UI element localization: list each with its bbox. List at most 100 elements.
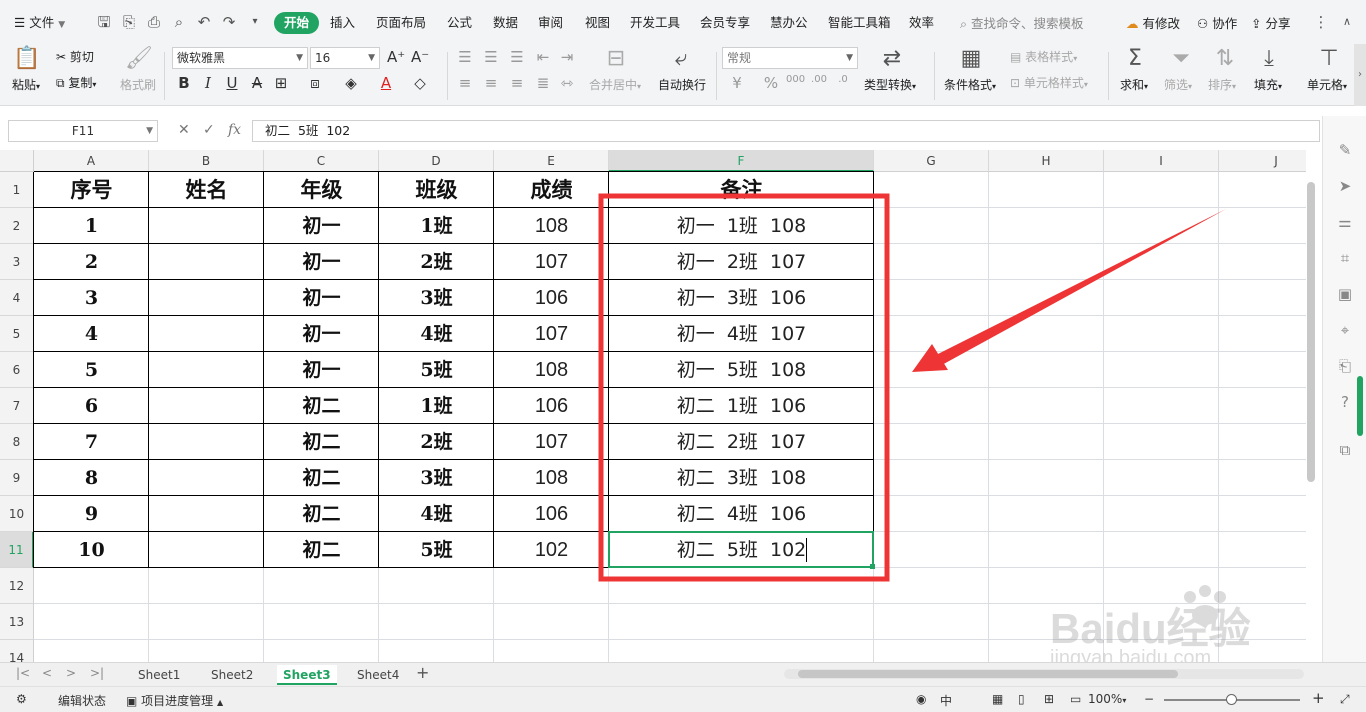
wrap-text-button[interactable]: 自动换行 [658, 76, 706, 93]
table-cell[interactable]: 初二 [264, 532, 379, 568]
table-cell[interactable]: 106 [494, 388, 609, 424]
increase-decimal-icon[interactable]: .00 [810, 74, 828, 85]
table-cell[interactable]: 初二 [264, 496, 379, 532]
align-right-icon[interactable]: ≡ [508, 74, 526, 92]
backup-icon[interactable]: ⎗ [1335, 356, 1355, 376]
row-header-2[interactable]: 2 [0, 208, 34, 244]
ribbon-scroll-right-icon[interactable]: › [1354, 44, 1366, 106]
tab-0[interactable]: 开始 [274, 12, 320, 34]
table-cell[interactable]: 初二 4班 106 [609, 496, 874, 532]
row-header-7[interactable]: 7 [0, 388, 34, 424]
sheet-tab-2[interactable]: Sheet2 [205, 665, 259, 685]
distributed-icon[interactable]: ⇿ [558, 74, 576, 92]
image-icon[interactable]: ▣ [1335, 284, 1355, 304]
increase-font-icon[interactable]: A⁺ [387, 48, 405, 66]
cell-button[interactable]: 单元格▾ [1307, 76, 1347, 93]
project-button[interactable]: ▣ 项目进度管理 ▲ [126, 692, 223, 709]
reading-mode-icon[interactable]: ▭ [1070, 692, 1081, 706]
tab-4[interactable]: 数据 [493, 13, 518, 33]
merge-center-button[interactable]: 合并居中▾ [589, 76, 641, 93]
column-header-E[interactable]: E [494, 150, 609, 172]
table-cell[interactable]: 初二 [264, 388, 379, 424]
table-cell[interactable]: 4班 [379, 316, 494, 352]
location-icon[interactable]: ⌖ [1335, 320, 1355, 340]
align-top-icon[interactable]: ☰ [456, 48, 474, 66]
table-cell[interactable]: 1 [34, 208, 149, 244]
table-cell[interactable] [149, 316, 264, 352]
table-cell[interactable]: 108 [494, 352, 609, 388]
fill-icon[interactable]: ⤓ [1254, 46, 1284, 71]
table-cell[interactable]: 初二 3班 108 [609, 460, 874, 496]
table-cell[interactable]: 9 [34, 496, 149, 532]
header-cell[interactable]: 姓名 [149, 172, 264, 208]
tab-6[interactable]: 视图 [585, 13, 610, 33]
gallery-icon[interactable]: ⧉ [1335, 440, 1355, 460]
type-convert-button[interactable]: 类型转换▾ [864, 76, 916, 93]
cell-icon[interactable]: ⊤ [1314, 46, 1344, 71]
column-header-I[interactable]: I [1104, 150, 1219, 172]
vertical-scrollbar[interactable] [1307, 178, 1315, 494]
table-cell[interactable] [149, 280, 264, 316]
table-cell[interactable]: 2班 [379, 244, 494, 280]
font-name-select[interactable]: 微软雅黑 ▼ [172, 47, 308, 69]
row-header-8[interactable]: 8 [0, 424, 34, 460]
table-cell[interactable]: 2班 [379, 424, 494, 460]
tab-9[interactable]: 慧办公 [770, 13, 808, 33]
add-sheet-icon[interactable]: + [416, 663, 429, 682]
tab-1[interactable]: 插入 [330, 13, 355, 33]
number-format-select[interactable]: 常规 ▼ [722, 47, 858, 69]
table-cell[interactable]: 3班 [379, 280, 494, 316]
table-cell[interactable]: 1班 [379, 208, 494, 244]
first-sheet-icon[interactable]: |< [16, 666, 30, 680]
table-cell[interactable]: 初二 2班 107 [609, 424, 874, 460]
decrease-decimal-icon[interactable]: .0 [834, 74, 852, 85]
crop-icon[interactable]: ⌗ [1335, 248, 1355, 268]
table-cell[interactable]: 102 [494, 532, 609, 568]
sliders-icon[interactable]: ⚌ [1335, 212, 1355, 232]
sum-button[interactable]: 求和▾ [1120, 76, 1148, 93]
page-break-view-icon[interactable]: ⊞ [1044, 692, 1054, 706]
table-cell[interactable]: 初一 [264, 316, 379, 352]
row-header-13[interactable]: 13 [0, 604, 34, 640]
table-cell[interactable]: 108 [494, 460, 609, 496]
strikethrough-icon[interactable]: A [248, 74, 266, 92]
print-preview-icon[interactable]: ⌕ [170, 13, 188, 31]
table-cell[interactable]: 5 [34, 352, 149, 388]
column-header-G[interactable]: G [874, 150, 989, 172]
column-header-A[interactable]: A [34, 150, 149, 172]
align-bottom-icon[interactable]: ☰ [508, 48, 526, 66]
table-cell[interactable]: 4 [34, 316, 149, 352]
eye-protection-icon[interactable]: ◉ [916, 692, 926, 706]
row-header-1[interactable]: 1 [0, 172, 34, 208]
merge-center-icon[interactable]: ⊟ [601, 46, 631, 71]
macro-record-icon[interactable]: ⚙ [16, 692, 27, 706]
table-cell[interactable]: 107 [494, 424, 609, 460]
fill-button[interactable]: 填充▾ [1254, 76, 1282, 93]
table-cell[interactable]: 7 [34, 424, 149, 460]
brush-icon[interactable]: ✎ [1335, 140, 1355, 160]
format-painter-icon[interactable]: 🖌 [124, 46, 154, 71]
row-header-5[interactable]: 5 [0, 316, 34, 352]
table-cell[interactable]: 初一 4班 107 [609, 316, 874, 352]
font-color-icon[interactable]: A [377, 74, 395, 92]
row-header-4[interactable]: 4 [0, 280, 34, 316]
align-center-icon[interactable]: ≡ [482, 74, 500, 92]
tab-2[interactable]: 页面布局 [376, 13, 426, 33]
quick-access-more-icon[interactable]: ▾ [246, 13, 264, 31]
collaborate-button[interactable]: ⚇ 协作 [1197, 13, 1237, 32]
table-cell[interactable]: 3班 [379, 460, 494, 496]
help-icon[interactable]: ? [1335, 392, 1355, 412]
table-cell[interactable]: 初一 1班 108 [609, 208, 874, 244]
justify-icon[interactable]: ≣ [534, 74, 552, 92]
normal-view-icon[interactable]: ▦ [992, 692, 1003, 706]
sheet-tab-4[interactable]: Sheet4 [351, 665, 405, 685]
table-cell[interactable]: 初一 2班 107 [609, 244, 874, 280]
table-cell[interactable]: 106 [494, 280, 609, 316]
input-method-icon[interactable]: 中 [940, 692, 952, 709]
table-cell[interactable] [149, 460, 264, 496]
command-search[interactable]: ⌕ 查找命令、搜索模板 [960, 13, 1084, 32]
table-cell[interactable]: 初一 [264, 208, 379, 244]
zoom-in-icon[interactable]: + [1312, 689, 1325, 707]
special-format-icon[interactable]: ⧈ [306, 74, 324, 92]
italic-icon[interactable]: I [199, 74, 217, 92]
